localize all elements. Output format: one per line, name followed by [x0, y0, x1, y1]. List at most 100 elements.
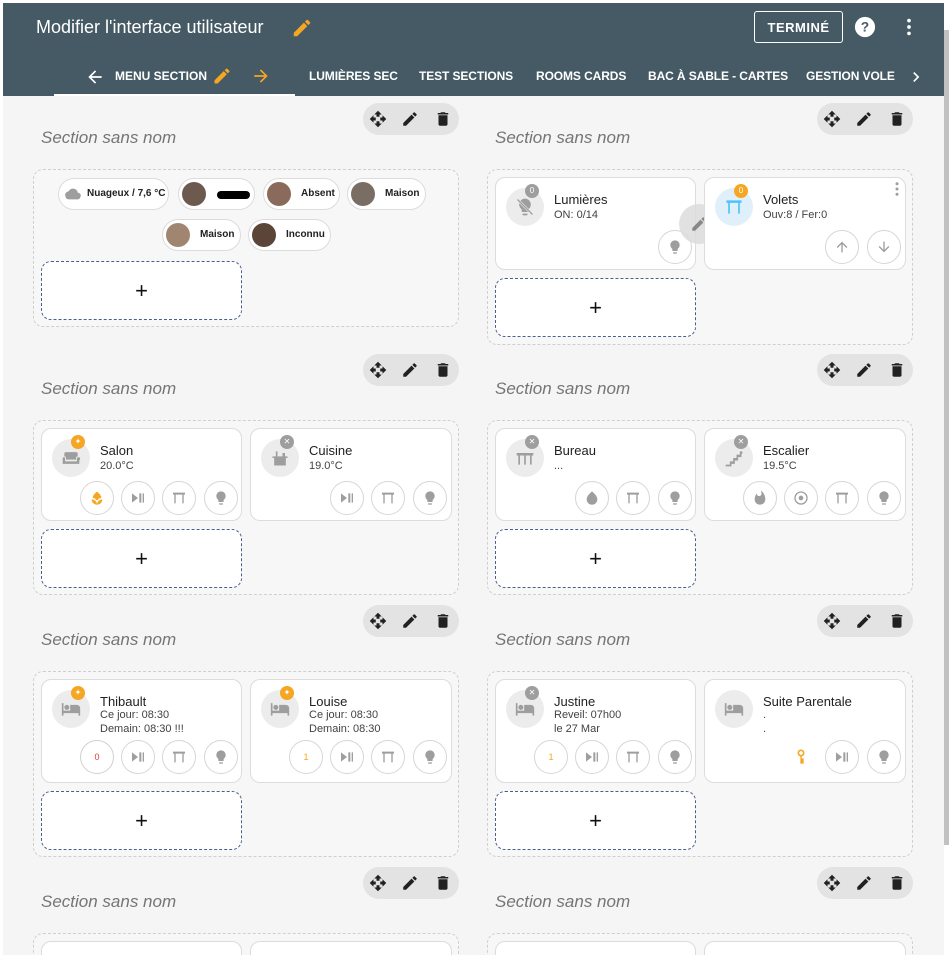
light-button[interactable] — [867, 481, 901, 515]
move-icon[interactable] — [369, 612, 387, 630]
light-button[interactable] — [204, 740, 238, 774]
light-button[interactable] — [413, 740, 447, 774]
help-icon[interactable]: ? — [854, 16, 876, 38]
person-chip[interactable]: Inconnu — [248, 219, 331, 251]
pencil-icon[interactable] — [855, 874, 873, 892]
section-title[interactable]: Section sans nom — [495, 892, 630, 912]
person-chip[interactable]: Absent — [263, 178, 340, 210]
room-card-escalier[interactable]: ✕ Escalier 19.5°C — [704, 428, 906, 521]
person-chip[interactable]: Maison — [347, 178, 426, 210]
move-icon[interactable] — [369, 110, 387, 128]
pencil-icon[interactable] — [401, 361, 419, 379]
delete-icon[interactable] — [888, 612, 906, 630]
shutter-up-button[interactable] — [825, 230, 859, 264]
chevron-right-icon[interactable] — [906, 67, 926, 87]
play-pause-button[interactable] — [575, 740, 609, 774]
room-card[interactable] — [41, 941, 242, 955]
tab-rooms-cards[interactable]: ROOMS CARDS — [536, 69, 626, 83]
delete-icon[interactable] — [888, 874, 906, 892]
room-card[interactable] — [495, 941, 696, 955]
tab-test-sections[interactable]: TEST SECTIONS — [419, 69, 513, 83]
pencil-icon[interactable] — [855, 612, 873, 630]
room-card-suite-parentale[interactable]: Suite Parentale . . — [704, 679, 906, 783]
delete-icon[interactable] — [434, 361, 452, 379]
section-title[interactable]: Section sans nom — [495, 630, 630, 650]
move-icon[interactable] — [369, 874, 387, 892]
shutters-summary-card[interactable]: 0 Volets Ouv:8 / Fer:0 — [704, 177, 906, 270]
light-button[interactable] — [413, 481, 447, 515]
shutter-button[interactable] — [162, 740, 196, 774]
pencil-icon[interactable] — [291, 17, 313, 39]
section-title[interactable]: Section sans nom — [41, 630, 176, 650]
pencil-icon[interactable] — [401, 612, 419, 630]
robot-vacuum-button[interactable] — [784, 481, 818, 515]
shutter-down-button[interactable] — [867, 230, 901, 264]
room-card-justine[interactable]: ✕ Justine Reveil: 07h00 le 27 Mar 1 — [495, 679, 696, 783]
more-vert-icon[interactable] — [888, 180, 906, 198]
delete-icon[interactable] — [434, 110, 452, 128]
shutter-button[interactable] — [371, 481, 405, 515]
weather-chip[interactable]: Nuageux / 7,6 °C — [58, 178, 169, 210]
add-card-button[interactable]: + — [495, 791, 696, 850]
play-pause-button[interactable] — [121, 740, 155, 774]
pencil-icon[interactable] — [855, 110, 873, 128]
done-button[interactable]: TERMINÉ — [754, 11, 843, 43]
pencil-icon[interactable] — [855, 361, 873, 379]
plant-button[interactable] — [80, 481, 114, 515]
add-card-button[interactable]: + — [495, 278, 696, 337]
add-card-button[interactable]: + — [41, 529, 242, 588]
tab-bac-a-sable[interactable]: BAC À SABLE - CARTES — [648, 69, 788, 83]
move-icon[interactable] — [823, 110, 841, 128]
light-button[interactable] — [658, 740, 692, 774]
move-icon[interactable] — [823, 874, 841, 892]
arrow-left-icon[interactable] — [85, 67, 105, 87]
shutter-button[interactable] — [162, 481, 196, 515]
arrow-right-icon[interactable] — [251, 66, 271, 86]
person-chip[interactable]: Maison — [162, 219, 241, 251]
play-pause-button[interactable] — [825, 740, 859, 774]
lights-summary-card[interactable]: 0 Lumières ON: 0/14 — [495, 177, 696, 270]
tab-lumieres-sec[interactable]: LUMIÈRES SEC — [309, 69, 398, 83]
delete-icon[interactable] — [888, 110, 906, 128]
play-pause-button[interactable] — [330, 481, 364, 515]
person-chip[interactable] — [178, 178, 255, 210]
humidity-button[interactable] — [575, 481, 609, 515]
shutter-button[interactable] — [371, 740, 405, 774]
delete-icon[interactable] — [434, 874, 452, 892]
delete-icon[interactable] — [888, 361, 906, 379]
move-icon[interactable] — [369, 361, 387, 379]
shutter-button[interactable] — [825, 481, 859, 515]
key-button[interactable] — [784, 740, 818, 774]
section-title[interactable]: Section sans nom — [495, 379, 630, 399]
scrollbar[interactable] — [944, 30, 949, 845]
section-title[interactable]: Section sans nom — [495, 128, 630, 148]
add-card-button[interactable]: + — [41, 791, 242, 850]
play-pause-button[interactable] — [121, 481, 155, 515]
heating-button[interactable] — [743, 481, 777, 515]
add-card-button[interactable]: + — [41, 261, 242, 320]
room-card[interactable] — [704, 941, 906, 955]
room-card[interactable] — [250, 941, 452, 955]
move-icon[interactable] — [823, 361, 841, 379]
pencil-icon[interactable] — [401, 874, 419, 892]
room-card-thibault[interactable]: ✦ Thibault Ce jour: 08:30 Demain: 08:30 … — [41, 679, 242, 783]
move-icon[interactable] — [823, 612, 841, 630]
tab-gestion-vole[interactable]: GESTION VOLE — [806, 69, 895, 83]
counter-button[interactable]: 1 — [534, 740, 568, 774]
pencil-icon[interactable] — [401, 110, 419, 128]
delete-icon[interactable] — [434, 612, 452, 630]
light-button[interactable] — [204, 481, 238, 515]
add-card-button[interactable]: + — [495, 529, 696, 588]
more-vert-icon[interactable] — [898, 16, 920, 38]
room-card-bureau[interactable]: ✕ Bureau ... — [495, 428, 696, 521]
room-card-cuisine[interactable]: ✕ Cuisine 19.0°C — [250, 428, 452, 521]
tab-menu-section[interactable]: MENU SECTION — [54, 58, 295, 96]
counter-button[interactable]: 0 — [80, 740, 114, 774]
section-title[interactable]: Section sans nom — [41, 892, 176, 912]
section-title[interactable]: Section sans nom — [41, 128, 176, 148]
section-title[interactable]: Section sans nom — [41, 379, 176, 399]
room-card-louise[interactable]: ✦ Louise Ce jour: 08:30 Demain: 08:30 1 — [250, 679, 452, 783]
play-pause-button[interactable] — [330, 740, 364, 774]
counter-button[interactable]: 1 — [289, 740, 323, 774]
shutter-button[interactable] — [616, 740, 650, 774]
